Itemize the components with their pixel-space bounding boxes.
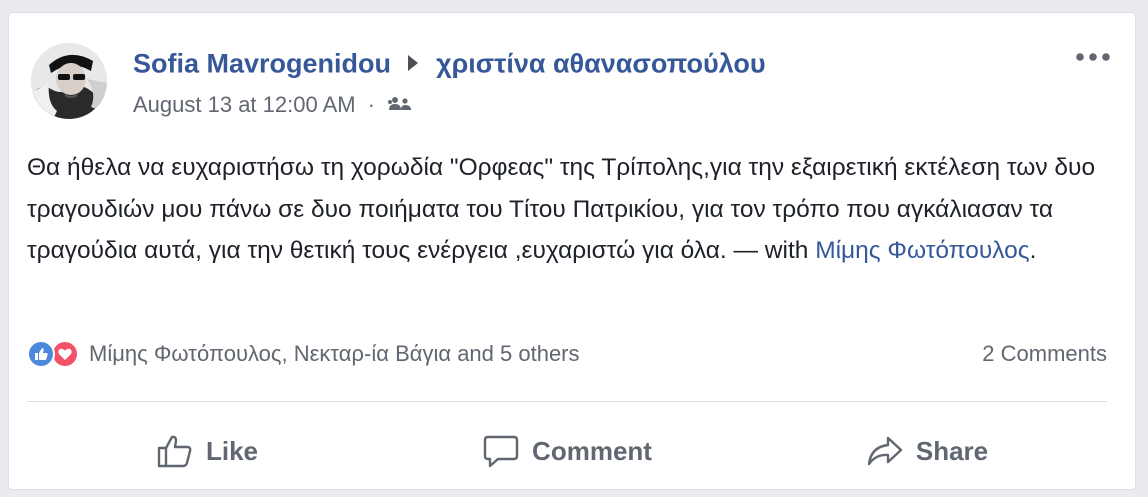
with-prefix: — with <box>726 237 816 264</box>
action-bar: Like Comment Share <box>27 421 1107 481</box>
meta-separator: · <box>367 92 376 118</box>
divider <box>27 401 1107 402</box>
friends-icon[interactable] <box>387 92 413 117</box>
share-label: Share <box>915 435 989 466</box>
author-name[interactable]: Sofia Mavrogenidou <box>133 48 391 78</box>
post-text: Θα ήθελα να ευχαριστήσω τη χορωδία "Ορφε… <box>27 147 1117 272</box>
like-reaction-icon <box>27 340 55 368</box>
more-options-button[interactable] <box>1073 47 1113 67</box>
share-icon <box>867 436 903 466</box>
comment-icon <box>483 435 519 468</box>
recipient-name[interactable]: χριστίνα αθανασοπούλου <box>436 48 766 78</box>
post-meta: August 13 at 12:00 AM · <box>133 91 413 118</box>
comment-label: Comment <box>532 435 652 466</box>
tagged-person-link[interactable]: Μίμης Φωτόπουλος <box>815 237 1029 264</box>
arrow-right-icon <box>407 48 419 79</box>
with-suffix: . <box>1029 237 1037 264</box>
like-button[interactable]: Like <box>27 421 387 481</box>
reactions-summary[interactable]: Μίμης Φωτόπουλος, Νεκταρ-ία Βάγια and 5 … <box>89 341 580 367</box>
avatar-image <box>31 43 107 119</box>
thumbs-up-icon <box>157 435 192 468</box>
like-label: Like <box>205 435 259 466</box>
reactions-bar[interactable]: Μίμης Φωτόπουλος, Νεκταρ-ία Βάγια and 5 … <box>27 337 580 371</box>
more-dots-icon <box>1076 53 1110 61</box>
comments-count[interactable]: 2 Comments <box>982 341 1107 367</box>
author-line: Sofia Mavrogenidou χριστίνα αθανασοπούλο… <box>133 47 766 79</box>
post-timestamp[interactable]: August 13 at 12:00 AM <box>133 92 356 117</box>
comment-button[interactable]: Comment <box>387 421 747 481</box>
love-reaction-icon <box>51 340 79 368</box>
avatar[interactable] <box>31 43 107 119</box>
share-button[interactable]: Share <box>747 421 1107 481</box>
post-card: Sofia Mavrogenidou χριστίνα αθανασοπούλο… <box>8 12 1136 490</box>
